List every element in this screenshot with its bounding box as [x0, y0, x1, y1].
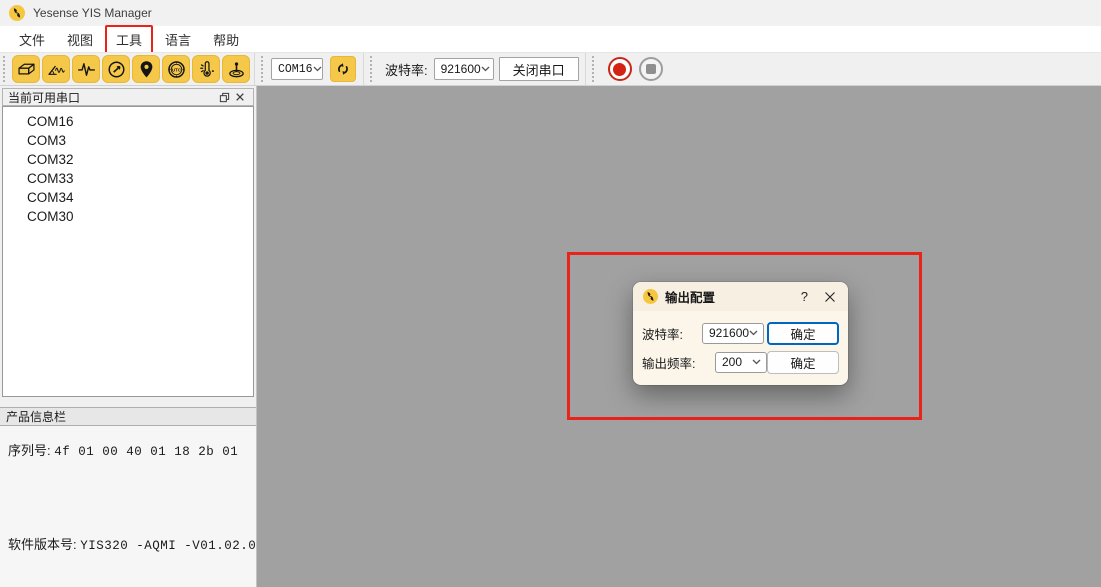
- temperature-button[interactable]: [192, 55, 220, 83]
- menubar: 文件 视图 工具 语言 帮助: [0, 26, 1101, 52]
- cube-3d-icon: [16, 59, 37, 80]
- dialog-baud-select[interactable]: 921600: [702, 323, 764, 344]
- software-version-label: 软件版本号:: [8, 537, 77, 552]
- location-button[interactable]: [132, 55, 160, 83]
- serial-ports-panel-header: 当前可用串口: [2, 88, 254, 106]
- angle-plot-button[interactable]: [42, 55, 70, 83]
- output-rate-row: 输出频率: 200 确定: [642, 350, 839, 374]
- close-panel-button[interactable]: [232, 90, 248, 104]
- list-item-port[interactable]: COM3: [3, 131, 253, 150]
- dialog-titlebar[interactable]: 输出配置 ?: [633, 282, 848, 311]
- menu-item-tools[interactable]: 工具: [105, 25, 153, 54]
- location-pin-icon: [136, 59, 157, 80]
- serial-ports-panel-title: 当前可用串口: [8, 89, 80, 106]
- list-item-port[interactable]: COM32: [3, 150, 253, 169]
- refresh-ports-button[interactable]: [330, 56, 356, 82]
- dialog-help-button[interactable]: ?: [795, 289, 814, 304]
- dialog-close-button[interactable]: [814, 291, 838, 303]
- dialog-output-rate-label: 输出频率:: [642, 353, 715, 372]
- close-serial-port-button[interactable]: 关闭串口: [499, 57, 579, 81]
- menu-item-view[interactable]: 视图: [56, 27, 104, 52]
- software-version-row: 软件版本号: YIS320 -AQMI -V01.02.03;: [8, 534, 272, 553]
- close-icon: [824, 291, 836, 303]
- record-button[interactable]: [608, 57, 632, 81]
- dialog-body: 波特率: 921600 确定 输出频率: 200 确定: [633, 311, 848, 374]
- toolbar-grip[interactable]: [3, 56, 7, 82]
- refresh-icon: [334, 60, 352, 78]
- record-icon: [613, 63, 626, 76]
- serial-port-list: COM16 COM3 COM32 COM33 COM34 COM30: [2, 106, 254, 397]
- toolbar-separator: [363, 53, 364, 85]
- gauge-icon: [106, 59, 127, 80]
- serial-number-value: 4f 01 00 40 01 18 2b 01: [54, 445, 238, 459]
- menu-item-file[interactable]: 文件: [8, 27, 56, 52]
- chevron-down-icon: [752, 359, 761, 365]
- serial-ports-panel: 当前可用串口 COM16 COM3 COM32 COM33 COM34 COM3…: [0, 86, 257, 587]
- float-panel-button[interactable]: [216, 90, 232, 104]
- yesense-logo-icon: [9, 5, 25, 21]
- dialog-title: 输出配置: [665, 287, 715, 306]
- toolbar-separator: [585, 53, 586, 85]
- list-item-port[interactable]: COM33: [3, 169, 253, 188]
- list-item-port[interactable]: COM16: [3, 112, 253, 131]
- serial-number-label: 序列号:: [8, 443, 51, 458]
- stop-icon: [646, 64, 656, 74]
- utc-time-button[interactable]: UTC: [162, 55, 190, 83]
- angle-waveform-icon: [46, 59, 67, 80]
- dialog-baud-value: 921600: [709, 326, 749, 340]
- yesense-logo-icon: [643, 289, 658, 304]
- port-select-value: COM16: [278, 63, 313, 76]
- joystick-button[interactable]: [222, 55, 250, 83]
- svg-text:UTC: UTC: [171, 67, 181, 72]
- dialog-output-rate-value: 200: [722, 355, 742, 369]
- signal-waveform-icon: [76, 59, 97, 80]
- product-info-header: 产品信息栏: [0, 407, 256, 426]
- dialog-output-rate-select[interactable]: 200: [715, 352, 767, 373]
- menu-item-help[interactable]: 帮助: [202, 27, 250, 52]
- thermometer-icon: [196, 59, 217, 80]
- chevron-down-icon: [481, 66, 490, 72]
- baud-rate-label: 波特率:: [385, 60, 428, 79]
- product-info-panel: 序列号: 4f 01 00 40 01 18 2b 01 软件版本号: YIS3…: [0, 426, 256, 587]
- list-item-port[interactable]: COM30: [3, 207, 253, 226]
- baud-rate-select[interactable]: 921600: [434, 58, 494, 80]
- list-item-port[interactable]: COM34: [3, 188, 253, 207]
- toolbar-grip[interactable]: [370, 56, 374, 82]
- serial-number-row: 序列号: 4f 01 00 40 01 18 2b 01: [8, 440, 238, 459]
- float-panel-icon: [219, 92, 230, 103]
- close-icon: [235, 92, 245, 102]
- output-rate-ok-button[interactable]: 确定: [767, 351, 839, 374]
- waveform-plot-button[interactable]: [72, 55, 100, 83]
- dialog-baud-label: 波特率:: [642, 324, 702, 343]
- chevron-down-icon: [313, 66, 322, 72]
- software-version-value: YIS320 -AQMI -V01.02.03;: [80, 539, 272, 553]
- baud-rate-value: 921600: [441, 62, 481, 76]
- output-config-dialog: 输出配置 ? 波特率: 921600 确定 输出频率: 200: [633, 282, 848, 385]
- baud-rate-row: 波特率: 921600 确定: [642, 321, 839, 345]
- utc-clock-icon: UTC: [166, 59, 187, 80]
- port-select[interactable]: COM16: [271, 58, 323, 80]
- gauge-button[interactable]: [102, 55, 130, 83]
- menu-item-language[interactable]: 语言: [154, 27, 202, 52]
- product-info-title: 产品信息栏: [6, 408, 66, 425]
- chevron-down-icon: [749, 330, 758, 336]
- toolbar-separator: [254, 53, 255, 85]
- baud-ok-button[interactable]: 确定: [767, 322, 839, 345]
- 3d-view-button[interactable]: [12, 55, 40, 83]
- window-title: Yesense YIS Manager: [33, 6, 152, 20]
- window-titlebar: Yesense YIS Manager: [0, 0, 1101, 26]
- toolbar-grip[interactable]: [592, 56, 596, 82]
- stop-button[interactable]: [639, 57, 663, 81]
- toolbar: UTC COM16: [0, 52, 1101, 86]
- toolbar-grip[interactable]: [261, 56, 265, 82]
- joystick-icon: [226, 59, 247, 80]
